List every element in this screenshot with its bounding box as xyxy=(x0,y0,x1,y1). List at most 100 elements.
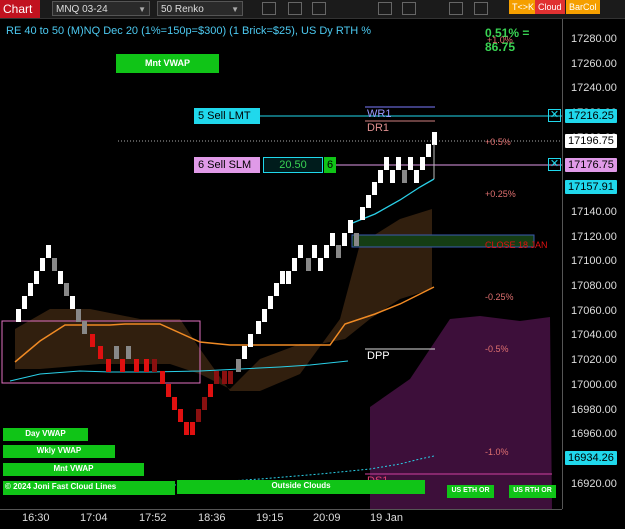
fast-cloud-button[interactable]: © 2024 Joni Fast Cloud Lines xyxy=(3,481,175,495)
time-tick: 16:30 xyxy=(22,512,50,524)
renko-brick xyxy=(384,157,389,170)
price-tick: 17060.00 xyxy=(571,304,617,317)
day-vwap-button[interactable]: Day VWAP xyxy=(3,428,88,441)
chart-plot-area[interactable]: RE 40 to 50 (M)NQ Dec 20 (1%=150p=$300) … xyxy=(0,19,562,509)
renko-brick xyxy=(90,334,95,347)
time-tick: 17:52 xyxy=(139,512,167,524)
renko-brick xyxy=(312,245,317,258)
renko-brick xyxy=(414,170,419,183)
renko-brick xyxy=(378,170,383,183)
chart-style-icon[interactable] xyxy=(402,2,416,15)
renko-brick xyxy=(178,409,183,422)
sell-slm-offset[interactable]: 20.50 xyxy=(263,157,323,173)
sell-slm-tag[interactable]: 6 Sell SLM xyxy=(194,157,260,173)
price-tick: 16960.00 xyxy=(571,428,617,441)
renko-brick xyxy=(306,258,311,271)
renko-brick xyxy=(70,296,75,309)
renko-brick xyxy=(144,359,149,372)
renko-brick xyxy=(248,334,253,347)
renko-brick xyxy=(372,182,377,195)
renko-brick xyxy=(152,359,157,372)
time-axis[interactable]: 16:30 17:04 17:52 18:36 19:15 20:09 19 Jan xyxy=(0,509,562,529)
chart-tab[interactable]: Chart xyxy=(0,0,40,18)
outside-clouds-button[interactable]: Outside Clouds xyxy=(177,480,425,494)
renko-brick xyxy=(354,233,359,246)
renko-brick xyxy=(184,422,189,435)
price-tick: 17120.00 xyxy=(571,230,617,243)
pct-plus-05-label: +0.5% xyxy=(485,137,511,147)
renko-brick xyxy=(196,409,201,422)
renko-brick xyxy=(28,283,33,296)
vwap-price-tag: 17157.91 xyxy=(565,180,617,194)
cursor-icon[interactable] xyxy=(449,2,463,15)
dpp-label: DPP xyxy=(367,350,390,362)
renko-brick xyxy=(280,271,285,284)
time-tick: 19:15 xyxy=(256,512,284,524)
price-tick: 16920.00 xyxy=(571,477,617,490)
renko-brick xyxy=(292,258,297,271)
pct-minus-025-label: -0.25% xyxy=(485,292,514,302)
renko-brick xyxy=(120,359,125,372)
bar-type-label: 50 Renko xyxy=(161,4,204,15)
renko-brick xyxy=(330,233,335,246)
price-tick: 17260.00 xyxy=(571,57,617,70)
renko-brick xyxy=(432,132,437,145)
chevron-down-icon: ▼ xyxy=(138,5,146,14)
instrument-selector[interactable]: MNQ 03-24 ▼ xyxy=(52,1,150,16)
us-rth-or-button[interactable]: US RTH OR xyxy=(509,485,556,498)
bar-type-selector[interactable]: 50 Renko ▼ xyxy=(157,1,243,16)
text-icon[interactable] xyxy=(312,2,326,15)
barcol-button[interactable]: BarCol xyxy=(566,0,600,14)
tk-button[interactable]: T<>K xyxy=(509,0,538,14)
renko-brick xyxy=(172,397,177,410)
renko-brick xyxy=(22,296,27,309)
renko-brick xyxy=(360,207,365,220)
renko-brick xyxy=(202,397,207,410)
chevron-down-icon: ▼ xyxy=(231,5,239,14)
renko-brick xyxy=(268,296,273,309)
cloud-button[interactable]: Cloud xyxy=(535,0,565,14)
line-draw-icon[interactable] xyxy=(378,2,392,15)
price-tick: 17080.00 xyxy=(571,280,617,292)
price-tick: 17000.00 xyxy=(571,378,617,391)
renko-brick xyxy=(396,157,401,170)
sell-lmt-price-tag: 17216.25 xyxy=(565,109,617,123)
renko-brick xyxy=(114,346,119,359)
pct-minus-1-label: -1.0% xyxy=(485,447,509,457)
mnt-vwap-top-button[interactable]: Mnt VWAP xyxy=(116,54,219,73)
sell-slm-close-icon[interactable]: ✕ xyxy=(548,158,561,171)
pct-minus-05-label: -0.5% xyxy=(485,344,509,354)
renko-brick xyxy=(40,258,45,271)
time-tick: 19 Jan xyxy=(370,512,404,524)
brush-icon[interactable] xyxy=(288,2,302,15)
time-tick: 18:36 xyxy=(198,512,226,524)
price-tick: 17020.00 xyxy=(571,354,617,367)
magnifier-icon[interactable] xyxy=(262,2,276,15)
sell-lmt-tag[interactable]: 5 Sell LMT xyxy=(194,108,260,124)
chart-title: RE 40 to 50 (M)NQ Dec 20 (1%=150p=$300) … xyxy=(6,25,372,37)
wkly-vwap-button[interactable]: Wkly VWAP xyxy=(3,445,115,458)
time-tick: 20:09 xyxy=(313,512,341,524)
pct-plus-1-label: +1.0% xyxy=(487,35,513,45)
renko-brick xyxy=(34,271,39,284)
renko-brick xyxy=(228,371,233,384)
settings-icon[interactable] xyxy=(474,2,488,15)
close-label: CLOSE 18 JAN xyxy=(485,240,548,250)
chart-toolbar: Chart MNQ 03-24 ▼ 50 Renko ▼ T<>K Cloud … xyxy=(0,0,625,19)
renko-brick xyxy=(256,321,261,334)
renko-brick xyxy=(222,371,227,384)
price-axis[interactable]: 17280.0017260.0017240.0017220.0017200.00… xyxy=(562,19,625,509)
renko-brick xyxy=(348,220,353,233)
renko-brick xyxy=(402,170,407,183)
renko-brick xyxy=(166,384,171,397)
instrument-label: MNQ 03-24 xyxy=(56,4,108,15)
renko-brick xyxy=(262,309,267,322)
sell-slm-qty[interactable]: 6 xyxy=(324,157,336,173)
mnt-vwap-button[interactable]: Mnt VWAP xyxy=(3,463,144,476)
renko-brick xyxy=(82,321,87,334)
price-tick: 16980.00 xyxy=(571,403,617,416)
us-eth-or-button[interactable]: US ETH OR xyxy=(447,485,494,498)
renko-brick xyxy=(366,195,371,208)
wr1-label: WR1 xyxy=(367,108,392,120)
sell-lmt-close-icon[interactable]: ✕ xyxy=(548,109,561,122)
